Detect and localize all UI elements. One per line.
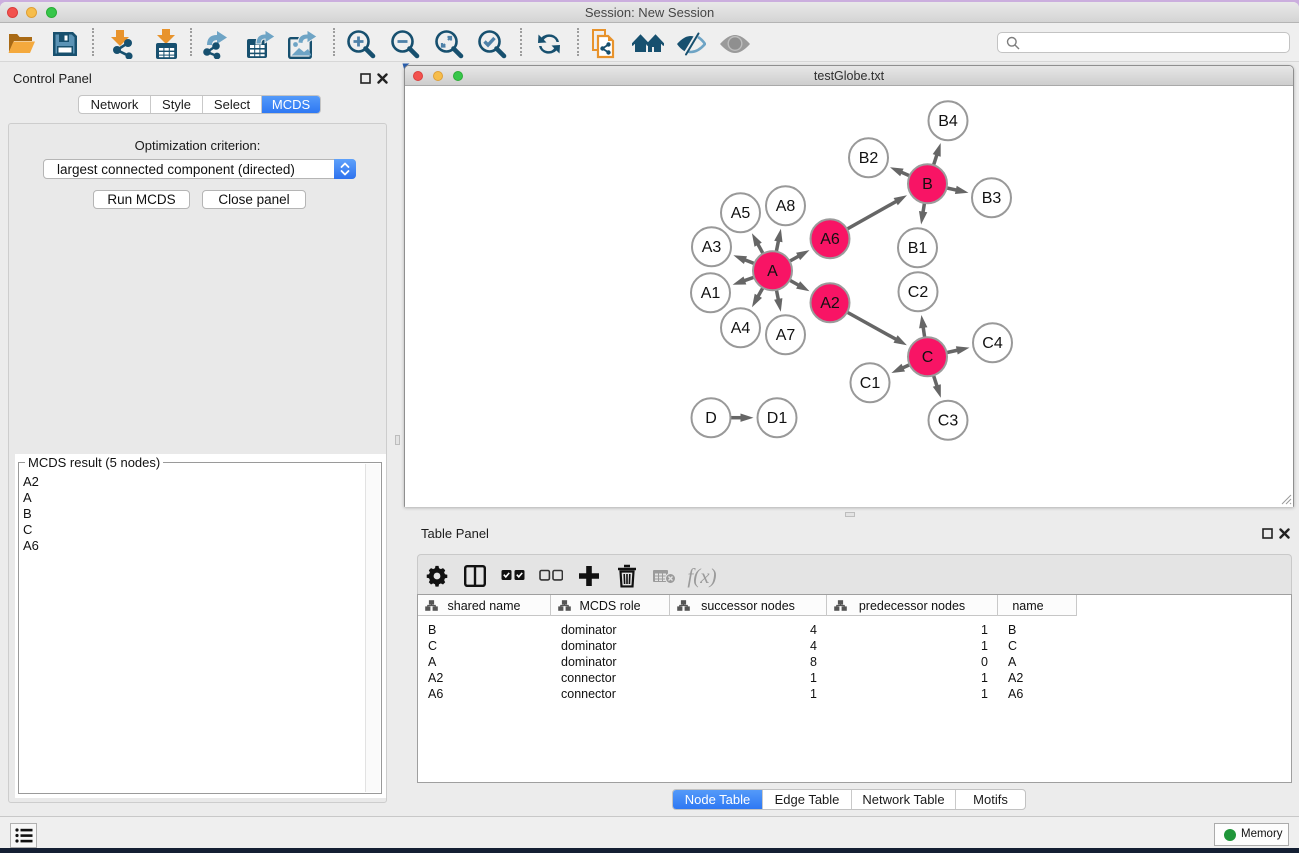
svg-text:C: C: [922, 349, 934, 366]
svg-text:A1: A1: [701, 285, 721, 302]
svg-text:A4: A4: [731, 320, 751, 337]
svg-text:D1: D1: [767, 410, 788, 427]
svg-text:A: A: [767, 263, 778, 280]
svg-text:C4: C4: [982, 335, 1003, 352]
svg-text:A6: A6: [820, 231, 840, 248]
svg-text:C1: C1: [860, 375, 881, 392]
svg-text:A2: A2: [820, 295, 840, 312]
svg-text:D: D: [705, 410, 717, 427]
svg-text:A3: A3: [702, 239, 722, 256]
svg-text:B3: B3: [982, 190, 1002, 207]
svg-text:B4: B4: [938, 113, 958, 130]
svg-text:A7: A7: [776, 327, 796, 344]
svg-text:C2: C2: [908, 284, 929, 301]
svg-text:B2: B2: [859, 150, 879, 167]
svg-text:A5: A5: [731, 205, 751, 222]
svg-text:A8: A8: [776, 198, 796, 215]
svg-text:B1: B1: [908, 240, 928, 257]
svg-text:C3: C3: [938, 413, 959, 430]
svg-text:B: B: [922, 176, 933, 193]
